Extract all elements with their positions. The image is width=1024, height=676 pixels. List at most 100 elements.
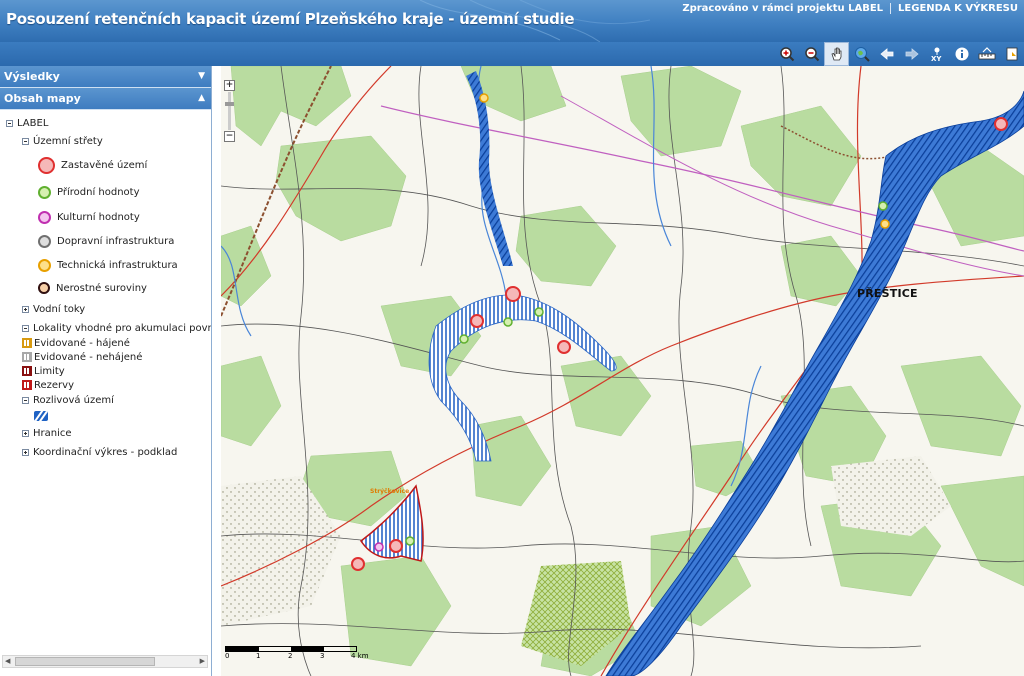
legend-circle-icon — [38, 258, 51, 272]
header-link-divider — [890, 3, 892, 14]
flood-hatch-icon — [34, 411, 48, 421]
scale-tick: 0 — [225, 652, 230, 660]
zoom-minus-button[interactable]: − — [224, 131, 235, 142]
pan-hand-icon — [830, 47, 841, 61]
legend-item-label: Evidované - nehájené — [34, 351, 143, 363]
legend-item-label: Kulturní hodnoty — [57, 211, 140, 223]
collapse-icon[interactable] — [6, 119, 13, 127]
forward-button[interactable] — [899, 42, 924, 66]
legend-circle-icon — [38, 282, 50, 294]
legend-circle-icon — [38, 210, 51, 224]
tree-group-conflicts-label: Územní střety — [33, 135, 103, 147]
map-content-header[interactable]: Obsah mapy ▲ — [0, 88, 211, 110]
scale-tick: 3 — [320, 652, 325, 660]
legend-circle-icon — [38, 156, 55, 174]
tree-group-coord[interactable]: Koordinační výkres - podklad — [22, 445, 177, 459]
forward-arrow-icon — [905, 48, 919, 60]
app-header: Posouzení retenčních kapacit území Plzeň… — [0, 0, 1024, 42]
expand-icon[interactable] — [22, 448, 29, 456]
map-view[interactable]: + − PŘEŠTICE Strýčkovice 0 1 2 3 4 km — [221, 66, 1024, 676]
map-canvas[interactable] — [221, 66, 1024, 676]
legend-item-label: Zastavěné území — [61, 159, 148, 171]
town-label: PŘEŠTICE — [857, 287, 918, 300]
chevron-down-icon: ▼ — [198, 71, 205, 81]
tree-group-borders[interactable]: Hranice — [22, 426, 72, 440]
scale-tick: 1 — [256, 652, 261, 660]
zoom-plus-button[interactable]: + — [224, 80, 235, 91]
zoom-out-button[interactable] — [799, 42, 824, 66]
project-link[interactable]: Zpracováno v rámci projektu LABEL — [682, 3, 883, 14]
tree-group-conflicts[interactable]: Územní střety — [22, 134, 103, 148]
legend-item-label: Evidované - hájené — [34, 337, 130, 349]
tree-group-borders-label: Hranice — [33, 427, 72, 439]
layer-tree: LABEL Územní střety Zastavěné území Přír… — [0, 110, 211, 650]
results-header[interactable]: Výsledky ▼ — [0, 66, 211, 88]
legend-square-icon — [22, 366, 32, 376]
expand-icon[interactable] — [22, 305, 29, 313]
tree-group-flood[interactable]: Rozlivová území — [22, 393, 114, 407]
legend-item-label: Rezervy — [34, 379, 74, 391]
xy-coordinates-icon: XY — [931, 47, 942, 62]
legend-item-technical[interactable]: Technická infrastruktura — [38, 258, 178, 272]
legend-item-label: Nerostné suroviny — [56, 282, 147, 294]
back-arrow-icon — [879, 48, 893, 60]
legend-item-protected[interactable]: Evidované - hájené — [22, 336, 130, 350]
zoom-out-icon — [804, 47, 819, 62]
map-toolbar: XY — [0, 42, 1024, 66]
chevron-up-icon: ▲ — [198, 93, 205, 103]
tree-group-water-label: Vodní toky — [33, 303, 86, 315]
measure-button[interactable] — [974, 42, 999, 66]
tree-group-water[interactable]: Vodní toky — [22, 302, 85, 316]
measure-icon — [978, 47, 995, 60]
legend-item-limits[interactable]: Limity — [22, 364, 65, 378]
xy-button[interactable]: XY — [924, 42, 949, 66]
collapse-icon[interactable] — [22, 137, 29, 145]
zoom-track[interactable] — [225, 92, 234, 130]
tree-root-label: LABEL — [17, 117, 49, 129]
legend-square-icon — [22, 380, 32, 390]
legend-item-unprotected[interactable]: Evidované - nehájené — [22, 350, 142, 364]
legend-item-reserves[interactable]: Rezervy — [22, 378, 74, 392]
locality-label: Strýčkovice — [370, 488, 410, 495]
info-icon — [955, 47, 968, 61]
map-content-label: Obsah mapy — [4, 92, 81, 105]
tree-group-sites[interactable]: Lokality vhodné pro akumulaci povrchovýc… — [22, 321, 211, 335]
back-button[interactable] — [874, 42, 899, 66]
legend-item-cultural[interactable]: Kulturní hodnoty — [38, 210, 140, 224]
tree-group-sites-label: Lokality vhodné pro akumulaci povrchovýc… — [33, 322, 211, 334]
legend-item-transport[interactable]: Dopravní infrastruktura — [38, 234, 174, 248]
legend-item-natural[interactable]: Přírodní hodnoty — [38, 185, 140, 199]
page-title: Posouzení retenčních kapacit území Plzeň… — [6, 10, 575, 28]
scroll-right-icon[interactable]: ▶ — [200, 656, 205, 667]
legend-item-label: Dopravní infrastruktura — [57, 235, 175, 247]
panel-horizontal-scrollbar[interactable]: ◀ ▶ — [2, 655, 208, 668]
legend-square-icon — [22, 352, 32, 362]
legend-item-flood-area[interactable] — [34, 409, 48, 423]
legend-item-label: Limity — [34, 365, 65, 377]
full-extent-button[interactable] — [849, 42, 874, 66]
print-button[interactable] — [999, 42, 1024, 66]
legend-link[interactable]: LEGENDA K VÝKRESU — [898, 3, 1018, 14]
info-button[interactable] — [949, 42, 974, 66]
tree-root[interactable]: LABEL — [6, 116, 48, 130]
legend-circle-icon — [38, 185, 51, 199]
legend-item-built-up[interactable]: Zastavěné území — [38, 156, 148, 174]
header-links: Zpracováno v rámci projektu LABEL LEGEND… — [682, 3, 1018, 14]
svg-text:XY: XY — [931, 55, 942, 62]
pan-button[interactable] — [824, 42, 849, 66]
collapse-icon[interactable] — [22, 396, 29, 404]
zoom-in-icon — [779, 47, 794, 62]
legend-item-minerals[interactable]: Nerostné suroviny — [38, 281, 147, 295]
legend-circle-icon — [38, 234, 51, 248]
legend-item-label: Technická infrastruktura — [57, 259, 178, 271]
expand-icon[interactable] — [22, 429, 29, 437]
collapse-icon[interactable] — [22, 324, 29, 332]
scroll-left-icon[interactable]: ◀ — [5, 656, 10, 667]
left-panel: Výsledky ▼ Obsah mapy ▲ LABEL Územní stř… — [0, 66, 212, 676]
scrollbar-thumb[interactable] — [15, 657, 155, 666]
zoom-in-button[interactable] — [774, 42, 799, 66]
scale-tick: 4 km — [351, 652, 369, 660]
zoom-slider[interactable]: + − — [224, 80, 235, 142]
scale-bar: 0 1 2 3 4 km — [225, 645, 375, 660]
legend-item-label: Přírodní hodnoty — [57, 186, 140, 198]
